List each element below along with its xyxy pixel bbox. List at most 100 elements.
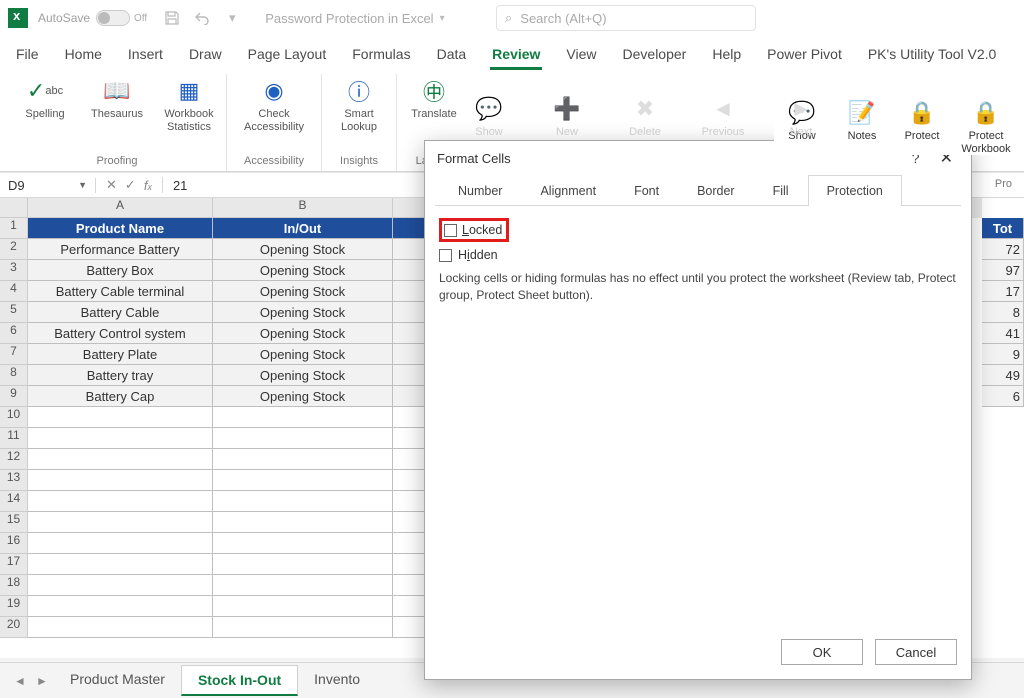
dialog-tab-alignment[interactable]: Alignment: [521, 175, 615, 206]
menu-tab-page-layout[interactable]: Page Layout: [246, 40, 329, 70]
cell[interactable]: Battery Control system: [28, 323, 213, 344]
cell[interactable]: [213, 596, 393, 617]
row-header[interactable]: 13: [0, 470, 28, 491]
row-header[interactable]: 18: [0, 575, 28, 596]
sheet-nav-next-icon[interactable]: ►: [32, 674, 52, 688]
menu-tab-developer[interactable]: Developer: [621, 40, 689, 70]
cell[interactable]: Battery Cap: [28, 386, 213, 407]
cancel-button[interactable]: Cancel: [875, 639, 957, 665]
cell[interactable]: Opening Stock: [213, 365, 393, 386]
cell[interactable]: [28, 617, 213, 638]
thesaurus-button[interactable]: 📖Thesaurus: [88, 74, 146, 153]
notes-button[interactable]: 📝Notes: [838, 96, 886, 155]
total-cell[interactable]: 17: [982, 281, 1024, 302]
row-header[interactable]: 16: [0, 533, 28, 554]
autosave-toggle[interactable]: [96, 10, 130, 26]
menu-tab-home[interactable]: Home: [63, 40, 104, 70]
cell[interactable]: In/Out: [213, 218, 393, 239]
col-header-a[interactable]: A: [28, 198, 213, 218]
dialog-tab-font[interactable]: Font: [615, 175, 678, 206]
cell[interactable]: [28, 554, 213, 575]
cell[interactable]: Battery Cable: [28, 302, 213, 323]
dialog-tab-fill[interactable]: Fill: [754, 175, 808, 206]
cell[interactable]: [213, 428, 393, 449]
row-header[interactable]: 4: [0, 281, 28, 302]
total-cell[interactable]: 72: [982, 239, 1024, 260]
row-header[interactable]: 3: [0, 260, 28, 281]
row-header[interactable]: 17: [0, 554, 28, 575]
cell[interactable]: [213, 617, 393, 638]
spelling-button[interactable]: ✓abcSpelling: [16, 74, 74, 153]
doc-title-chevron-icon[interactable]: ▾: [440, 13, 445, 24]
row-header[interactable]: 19: [0, 596, 28, 617]
row-header[interactable]: 9: [0, 386, 28, 407]
menu-tab-file[interactable]: File: [14, 40, 41, 70]
cancel-formula-icon[interactable]: ✕: [106, 177, 117, 193]
sheet-tab-invento[interactable]: Invento: [298, 665, 376, 696]
row-header[interactable]: 5: [0, 302, 28, 323]
total-cell[interactable]: 97: [982, 260, 1024, 281]
namebox-dropdown-icon[interactable]: ▼: [78, 180, 87, 190]
locked-checkbox[interactable]: [444, 224, 457, 237]
cell[interactable]: [28, 575, 213, 596]
cell[interactable]: [213, 533, 393, 554]
row-header[interactable]: 6: [0, 323, 28, 344]
cell[interactable]: [28, 533, 213, 554]
row-header[interactable]: 8: [0, 365, 28, 386]
menu-tab-view[interactable]: View: [564, 40, 598, 70]
select-all-corner[interactable]: [0, 198, 28, 218]
row-header[interactable]: 1: [0, 218, 28, 239]
protect-button[interactable]: 🔒Protect: [898, 96, 946, 155]
row-header[interactable]: 12: [0, 449, 28, 470]
cell[interactable]: [28, 428, 213, 449]
dialog-tab-number[interactable]: Number: [439, 175, 521, 206]
dialog-tab-protection[interactable]: Protection: [808, 175, 902, 206]
cell[interactable]: [213, 449, 393, 470]
cell[interactable]: Opening Stock: [213, 260, 393, 281]
cell[interactable]: Opening Stock: [213, 302, 393, 323]
qat-dropdown-icon[interactable]: ▾: [223, 9, 241, 27]
cell[interactable]: Opening Stock: [213, 281, 393, 302]
undo-icon[interactable]: [193, 9, 211, 27]
total-cell[interactable]: 49: [982, 365, 1024, 386]
cell[interactable]: [213, 575, 393, 596]
row-header[interactable]: 14: [0, 491, 28, 512]
cell[interactable]: [28, 596, 213, 617]
search-input[interactable]: ⌕ Search (Alt+Q): [496, 5, 756, 31]
total-cell[interactable]: 9: [982, 344, 1024, 365]
sheet-tab-stock-in-out[interactable]: Stock In-Out: [181, 665, 298, 696]
cell[interactable]: [213, 407, 393, 428]
menu-tab-review[interactable]: Review: [490, 40, 542, 70]
row-header[interactable]: 10: [0, 407, 28, 428]
row-header[interactable]: 11: [0, 428, 28, 449]
sheet-nav-prev-icon[interactable]: ◄: [10, 674, 30, 688]
cell[interactable]: [213, 512, 393, 533]
protect-workbook-button[interactable]: 🔒Protect Workbook: [958, 96, 1014, 155]
cell[interactable]: [28, 512, 213, 533]
cell[interactable]: Battery tray: [28, 365, 213, 386]
dialog-tab-border[interactable]: Border: [678, 175, 754, 206]
total-cell[interactable]: 6: [982, 386, 1024, 407]
formula-value[interactable]: 21: [163, 178, 197, 193]
total-cell[interactable]: 41: [982, 323, 1024, 344]
menu-tab-data[interactable]: Data: [435, 40, 469, 70]
menu-tab-insert[interactable]: Insert: [126, 40, 165, 70]
ok-button[interactable]: OK: [781, 639, 863, 665]
menu-tab-draw[interactable]: Draw: [187, 40, 224, 70]
cell[interactable]: Opening Stock: [213, 239, 393, 260]
cell[interactable]: Battery Cable terminal: [28, 281, 213, 302]
workbook-stats-button[interactable]: ▦Workbook Statistics: [160, 74, 218, 153]
row-header[interactable]: 7: [0, 344, 28, 365]
cell[interactable]: Product Name: [28, 218, 213, 239]
cell[interactable]: Opening Stock: [213, 323, 393, 344]
menu-tab-pk-s-utility-tool-v2-0[interactable]: PK's Utility Tool V2.0: [866, 40, 998, 70]
total-cell[interactable]: 8: [982, 302, 1024, 323]
menu-tab-help[interactable]: Help: [710, 40, 743, 70]
row-header[interactable]: 20: [0, 617, 28, 638]
menu-tab-power-pivot[interactable]: Power Pivot: [765, 40, 844, 70]
menu-tab-formulas[interactable]: Formulas: [350, 40, 412, 70]
fx-icon[interactable]: fx: [144, 178, 152, 193]
cell[interactable]: [28, 449, 213, 470]
cell[interactable]: Opening Stock: [213, 386, 393, 407]
cell[interactable]: [28, 470, 213, 491]
